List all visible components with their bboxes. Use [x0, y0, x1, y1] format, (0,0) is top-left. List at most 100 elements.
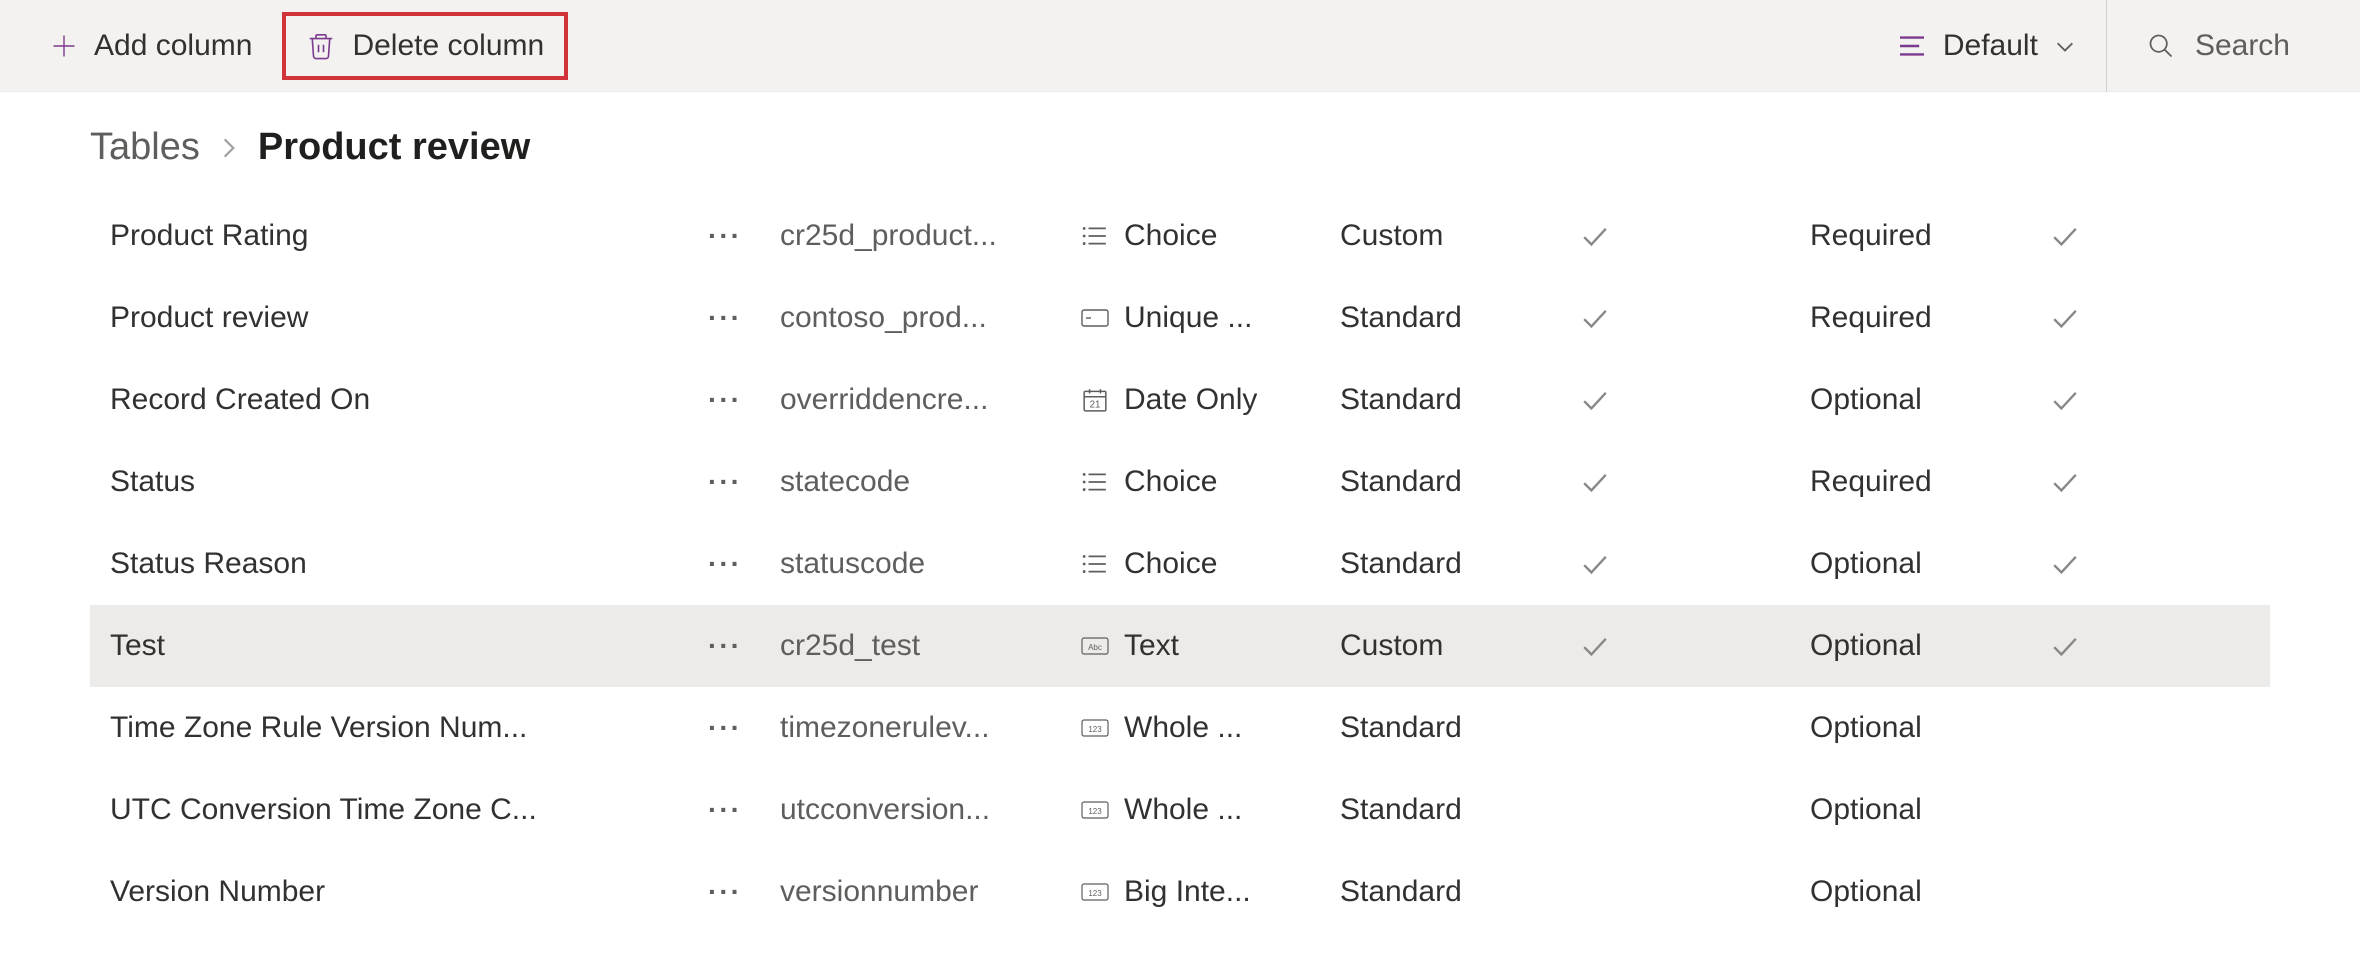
- view-selector[interactable]: Default: [1867, 0, 2106, 92]
- more-icon: ···: [708, 876, 742, 908]
- delete-column-label: Delete column: [352, 29, 544, 63]
- row-more-button[interactable]: ···: [670, 384, 780, 416]
- svg-text:21: 21: [1090, 400, 1101, 411]
- more-icon: ···: [708, 630, 742, 662]
- type-icon: 123: [1080, 800, 1110, 820]
- column-display-name: Product Rating: [110, 219, 670, 253]
- svg-text:123: 123: [1088, 807, 1102, 816]
- add-column-button[interactable]: Add column: [30, 12, 272, 80]
- column-type: Abc Text: [1080, 629, 1340, 663]
- column-type-label: Big Inte...: [1124, 875, 1251, 909]
- column-searchable-check: [2050, 552, 2140, 576]
- column-type-label: Whole ...: [1124, 793, 1242, 827]
- type-icon: 21: [1080, 387, 1110, 413]
- search-icon: [2147, 32, 2175, 60]
- row-more-button[interactable]: ···: [670, 548, 780, 580]
- table-row[interactable]: Status Reason···statuscodeChoiceStandard…: [90, 523, 2270, 605]
- column-required: Required: [1810, 219, 2050, 253]
- view-label: Default: [1943, 29, 2038, 63]
- column-customizable-check: [1580, 470, 1810, 494]
- column-searchable-check: [2050, 224, 2140, 248]
- delete-column-button[interactable]: Delete column: [282, 12, 568, 80]
- row-more-button[interactable]: ···: [670, 712, 780, 744]
- column-type-label: Choice: [1124, 465, 1217, 499]
- breadcrumb: Tables Product review: [90, 126, 2270, 169]
- column-managed: Standard: [1340, 301, 1580, 335]
- column-type: 123 Big Inte...: [1080, 875, 1340, 909]
- column-managed: Custom: [1340, 629, 1580, 663]
- column-required: Required: [1810, 465, 2050, 499]
- table-row[interactable]: Time Zone Rule Version Num...···timezone…: [90, 687, 2270, 769]
- breadcrumb-current: Product review: [258, 126, 530, 169]
- column-required: Optional: [1810, 793, 2050, 827]
- column-type: 123 Whole ...: [1080, 793, 1340, 827]
- column-type: Choice: [1080, 547, 1340, 581]
- type-icon: Abc: [1080, 636, 1110, 656]
- column-logical-name: overriddencre...: [780, 383, 1080, 417]
- row-more-button[interactable]: ···: [670, 794, 780, 826]
- row-more-button[interactable]: ···: [670, 630, 780, 662]
- column-searchable-check: [2050, 388, 2140, 412]
- column-logical-name: contoso_prod...: [780, 301, 1080, 335]
- column-display-name: Version Number: [110, 875, 670, 909]
- column-type-label: Date Only: [1124, 383, 1257, 417]
- row-more-button[interactable]: ···: [670, 876, 780, 908]
- column-searchable-check: [2050, 634, 2140, 658]
- command-bar: Add column Delete column Default: [0, 0, 2360, 92]
- column-managed: Custom: [1340, 219, 1580, 253]
- column-managed: Standard: [1340, 383, 1580, 417]
- column-customizable-check: [1580, 388, 1810, 412]
- type-icon: [1080, 225, 1110, 247]
- plus-icon: [50, 32, 78, 60]
- breadcrumb-root[interactable]: Tables: [90, 126, 200, 169]
- column-logical-name: cr25d_test: [780, 629, 1080, 663]
- column-type-label: Whole ...: [1124, 711, 1242, 745]
- row-more-button[interactable]: ···: [670, 466, 780, 498]
- column-type: Unique ...: [1080, 301, 1340, 335]
- table-row[interactable]: Product Rating···cr25d_product...ChoiceC…: [90, 195, 2270, 277]
- search-button[interactable]: Search: [2106, 0, 2330, 92]
- type-icon: [1080, 308, 1110, 328]
- table-row[interactable]: Status···statecodeChoiceStandardRequired: [90, 441, 2270, 523]
- table-row[interactable]: Record Created On ··· overriddencre... 21 Da…: [90, 359, 2270, 441]
- column-required: Optional: [1810, 547, 2050, 581]
- main-content: Tables Product review Product Rating ··· c…: [0, 92, 2360, 933]
- column-display-name: Record Created On: [110, 383, 670, 417]
- column-display-name: Status Reason: [110, 547, 670, 581]
- more-icon: ···: [708, 302, 742, 334]
- column-display-name: Status: [110, 465, 670, 499]
- type-icon: [1080, 471, 1110, 493]
- type-icon: 123: [1080, 882, 1110, 902]
- column-searchable-check: [2050, 306, 2140, 330]
- more-icon: ···: [708, 220, 742, 252]
- table-row[interactable]: Test···cr25d_testAbcTextCustomOptional: [90, 605, 2270, 687]
- column-required: Optional: [1810, 629, 2050, 663]
- table-row[interactable]: Product review ··· contoso_prod... Unique .…: [90, 277, 2270, 359]
- row-more-button[interactable]: ···: [670, 220, 780, 252]
- column-type: 123 Whole ...: [1080, 711, 1340, 745]
- column-managed: Standard: [1340, 793, 1580, 827]
- more-icon: ···: [708, 466, 742, 498]
- row-more-button[interactable]: ···: [670, 302, 780, 334]
- column-type-label: Unique ...: [1124, 301, 1252, 335]
- trash-icon: [306, 31, 336, 61]
- type-icon: 123: [1080, 718, 1110, 738]
- column-customizable-check: [1580, 306, 1810, 330]
- column-type: 21 Date Only: [1080, 383, 1340, 417]
- column-required: Optional: [1810, 383, 2050, 417]
- svg-text:123: 123: [1088, 889, 1102, 898]
- chevron-down-icon: [2054, 39, 2076, 53]
- table-row[interactable]: UTC Conversion Time Zone C...···utcconve…: [90, 769, 2270, 851]
- column-logical-name: versionnumber: [780, 875, 1080, 909]
- column-type-label: Choice: [1124, 547, 1217, 581]
- more-icon: ···: [708, 548, 742, 580]
- column-logical-name: statuscode: [780, 547, 1080, 581]
- column-type-label: Text: [1124, 629, 1179, 663]
- more-icon: ···: [708, 712, 742, 744]
- table-row[interactable]: Version Number ··· versionnumber 123 Big Int…: [90, 851, 2270, 933]
- more-icon: ···: [708, 384, 742, 416]
- column-type: Choice: [1080, 219, 1340, 253]
- column-managed: Standard: [1340, 875, 1580, 909]
- column-required: Optional: [1810, 711, 2050, 745]
- column-display-name: Product review: [110, 301, 670, 335]
